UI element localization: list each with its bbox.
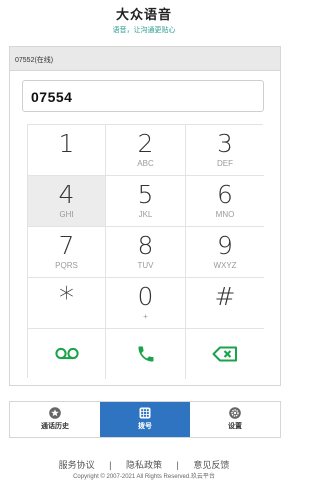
tab-label: 设置 <box>228 423 242 430</box>
key-1[interactable]: 1 <box>28 125 106 176</box>
bottom-tab-bar: 通话历史 拨号 设置 <box>9 401 281 438</box>
key-digit: 1 <box>58 129 75 158</box>
key-digit: 7 <box>58 231 75 260</box>
key-letters <box>28 315 105 325</box>
app-subtitle: 语音，让沟通更贴心 <box>112 27 176 34</box>
key-digit: 8 <box>137 231 154 260</box>
footer-links: 服务协议 | 隐私政策 | 意见反馈 <box>0 458 288 471</box>
voicemail-button[interactable] <box>28 329 106 379</box>
key-digit: # <box>214 282 236 311</box>
key-digit: 5 <box>137 180 154 209</box>
separator: | <box>109 460 112 470</box>
key-8[interactable]: 8 TUV <box>106 227 186 278</box>
tab-settings[interactable]: 设置 <box>190 402 280 437</box>
key-letters: JKL <box>138 210 153 219</box>
terms-link[interactable]: 服务协议 <box>59 460 95 470</box>
privacy-link[interactable]: 隐私政策 <box>126 460 162 470</box>
key-letters: + <box>143 312 148 321</box>
key-letters: PQRS <box>55 261 78 270</box>
key-letters <box>28 159 105 169</box>
dialer-card: 07552(在线) 07554 1 2 ABC 3 DEF 4 GHI 5 JK… <box>9 46 281 386</box>
key-letters: ABC <box>137 159 154 168</box>
keypad: 1 2 ABC 3 DEF 4 GHI 5 JKL 6 MNO 7 PQRS 8 <box>27 124 264 379</box>
key-letters: MNO <box>215 210 235 219</box>
phone-call-icon <box>138 346 153 362</box>
key-digit: 3 <box>217 129 233 158</box>
line-status: 07552(在线) <box>10 47 280 71</box>
key-star[interactable]: * <box>28 278 106 329</box>
gear-icon <box>229 407 241 419</box>
app-header: 大众语音 语音，让沟通更贴心 <box>0 0 288 40</box>
dialpad-icon <box>139 407 151 419</box>
key-letters: TUV <box>137 261 154 270</box>
copyright-text: Copyright © 2007-2021 All Rights Reserve… <box>73 474 215 480</box>
separator: | <box>176 460 179 470</box>
key-2[interactable]: 2 ABC <box>106 125 186 176</box>
key-letters: WXYZ <box>213 261 237 270</box>
key-5[interactable]: 5 JKL <box>106 176 186 227</box>
call-button[interactable] <box>106 329 186 379</box>
key-3[interactable]: 3 DEF <box>186 125 264 176</box>
tab-label: 通话历史 <box>41 423 69 430</box>
key-digit: 2 <box>137 129 154 158</box>
key-6[interactable]: 6 MNO <box>186 176 264 227</box>
key-9[interactable]: 9 WXYZ <box>186 227 264 278</box>
star-icon <box>49 407 61 419</box>
key-digit: 6 <box>217 180 233 209</box>
key-hash[interactable]: # <box>186 278 264 329</box>
key-7[interactable]: 7 PQRS <box>28 227 106 278</box>
key-digit: 0 <box>137 282 154 311</box>
key-digit: 4 <box>58 180 75 209</box>
backspace-button[interactable] <box>186 329 264 379</box>
app-title: 大众语音 <box>115 7 172 22</box>
tab-dial[interactable]: 拨号 <box>100 402 190 437</box>
key-digit: * <box>59 281 74 316</box>
feedback-link[interactable]: 意见反馈 <box>193 460 229 470</box>
dialed-number-field[interactable]: 07554 <box>22 80 264 112</box>
key-digit: 9 <box>217 231 233 260</box>
key-letters: DEF <box>217 159 233 168</box>
key-letters: GHI <box>59 210 74 219</box>
backspace-icon <box>212 346 237 362</box>
voicemail-icon <box>54 347 79 360</box>
key-4[interactable]: 4 GHI <box>28 176 106 227</box>
key-0[interactable]: 0 + <box>106 278 186 329</box>
key-letters <box>186 312 264 322</box>
tab-label: 拨号 <box>138 423 152 430</box>
tab-call-history[interactable]: 通话历史 <box>10 402 100 437</box>
